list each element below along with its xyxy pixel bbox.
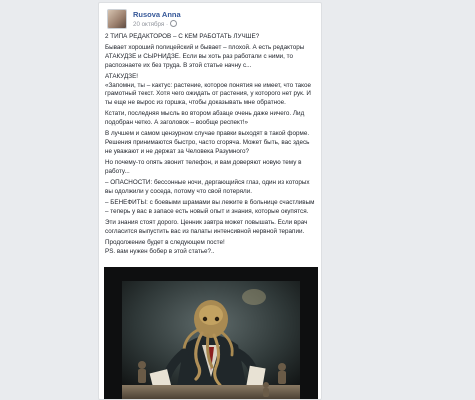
post-paragraph: Но почему-то опять звонит телефон, и вам… xyxy=(105,159,302,175)
post-title: 2 ТИПА РЕДАКТОРОВ – С КЕМ РАБОТАТЬ ЛУЧШЕ… xyxy=(105,33,260,40)
post-paragraph: В лучшем и самом цензурном случае правки… xyxy=(105,130,310,155)
post-paragraph: Бывает хороший полицейский и бывает – пл… xyxy=(105,44,305,69)
post-image[interactable] xyxy=(104,267,318,399)
author-avatar[interactable] xyxy=(107,9,127,29)
post-paragraph: Продолжение будет в следующем посте! PS.… xyxy=(105,239,225,255)
post-paragraph: АТАКУДЗЕ! «Запомни, ты – кактус: растени… xyxy=(105,73,311,107)
post-paragraph: – БЕНЕФИТЫ: с боевыми шрамами вы лежите … xyxy=(105,199,315,215)
post-paragraph: Эти знания стоят дорого. Ценник завтра м… xyxy=(105,219,308,235)
post-header: Rusova Anna 20 октября · xyxy=(107,9,313,33)
post-paragraph: – ОПАСНОСТИ: бессонные ночи, дергающийся… xyxy=(105,179,310,195)
tentacle-editor-illustration xyxy=(122,281,300,399)
author-name[interactable]: Rusova Anna xyxy=(133,10,181,19)
post-text: 2 ТИПА РЕДАКТОРОВ – С КЕМ РАБОТАТЬ ЛУЧШЕ… xyxy=(105,33,317,259)
globe-icon xyxy=(169,20,177,27)
post-date-text[interactable]: 20 октября · xyxy=(133,21,170,28)
post-paragraph: Кстати, последняя мысль во втором абзаце… xyxy=(105,110,305,127)
post-date[interactable]: 20 октября · xyxy=(133,20,177,28)
facebook-post-card: Rusova Anna 20 октября · 2 ТИПА РЕДАКТОР… xyxy=(98,2,322,400)
